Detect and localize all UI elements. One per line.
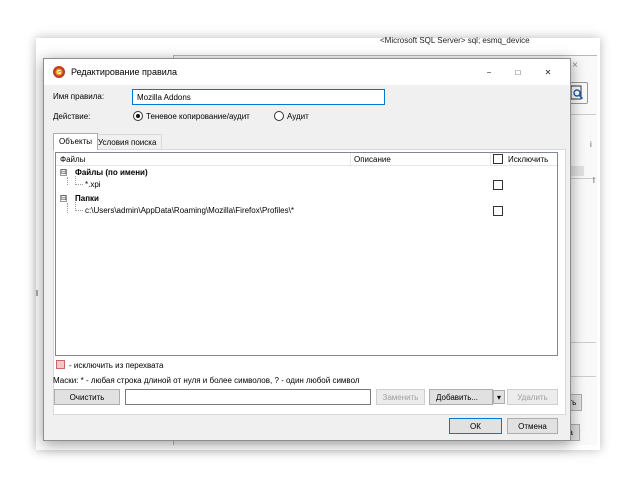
tree-group-files-by-name[interactable]: Файлы (по имени) — [75, 168, 148, 177]
mask-hint-text: Маски: * - любая строка длиной от нуля и… — [53, 376, 360, 385]
clear-button[interactable]: Очистить — [54, 389, 120, 405]
tree-item-folder-path[interactable]: c:\Users\admin\AppData\Roaming\Mozilla\F… — [85, 206, 294, 215]
action-label: Действие: — [53, 112, 91, 121]
edit-rule-dialog: G Редактирование правила − □ ✕ Имя прави… — [43, 58, 571, 441]
background-edge-mark — [36, 290, 38, 296]
dialog-titlebar[interactable]: G Редактирование правила − □ ✕ — [44, 59, 570, 85]
tree-connector — [67, 203, 68, 213]
background-divider — [568, 178, 596, 179]
tree-group-folders[interactable]: Папки — [75, 194, 99, 203]
background-clipped-text: l — [593, 176, 595, 185]
search-document-icon — [570, 85, 584, 100]
delete-button[interactable]: Удалить — [507, 389, 558, 405]
collapse-icon[interactable]: ⊟ — [60, 169, 67, 176]
radio-label: Аудит — [287, 111, 309, 121]
exclude-checkbox[interactable] — [493, 206, 503, 216]
tree-connector — [75, 210, 83, 211]
column-header-exclude[interactable]: Исключить — [508, 155, 548, 164]
app-logo-icon: G — [53, 66, 65, 78]
background-clipped-text: i — [590, 140, 592, 149]
close-button[interactable]: ✕ — [537, 63, 559, 81]
background-window-title: <Microsoft SQL Server> sql; esmq_device — [380, 36, 530, 45]
mask-filter-input[interactable] — [125, 389, 371, 405]
action-radio-audit[interactable]: Аудит — [274, 111, 309, 121]
cancel-button[interactable]: Отмена — [507, 418, 558, 434]
background-close-icon[interactable]: × — [572, 60, 578, 71]
radio-unselected-icon — [274, 111, 284, 121]
column-header-description[interactable]: Описание — [354, 155, 391, 164]
column-header-files[interactable]: Файлы — [60, 155, 85, 164]
background-divider — [568, 376, 596, 377]
radio-selected-icon — [133, 111, 143, 121]
radio-label: Теневое копирование/аудит — [146, 111, 250, 121]
tree-connector — [75, 184, 83, 185]
column-separator[interactable] — [490, 153, 491, 166]
svg-text:G: G — [57, 70, 62, 76]
exclude-legend-swatch — [56, 360, 65, 369]
rule-name-input[interactable] — [132, 89, 385, 105]
add-button[interactable]: Добавить... — [429, 389, 493, 405]
exclude-all-checkbox[interactable] — [493, 154, 503, 164]
dialog-title: Редактирование правила — [71, 67, 178, 77]
rule-name-label: Имя правила: — [53, 92, 105, 101]
collapse-icon[interactable]: ⊟ — [60, 195, 67, 202]
tree-header: Файлы Описание Исключить — [56, 153, 557, 166]
background-divider — [568, 342, 596, 343]
minimize-button[interactable]: − — [478, 63, 500, 81]
column-separator[interactable] — [350, 153, 351, 166]
exclude-legend-text: - исключить из перехвата — [69, 361, 164, 370]
tree-connector — [67, 177, 68, 185]
maximize-button[interactable]: □ — [507, 63, 529, 81]
tab-search-conditions[interactable]: Условия поиска — [92, 134, 163, 150]
action-radio-shadow-copy[interactable]: Теневое копирование/аудит — [133, 111, 250, 121]
exclude-checkbox[interactable] — [493, 180, 503, 190]
tree-item-mask[interactable]: *.xpi — [85, 180, 101, 189]
replace-button[interactable]: Заменить — [376, 389, 425, 405]
background-divider — [568, 114, 596, 115]
tab-objects[interactable]: Объекты — [53, 133, 98, 150]
objects-tree[interactable]: Файлы Описание Исключить ⊟ Файлы (по име… — [55, 152, 558, 356]
add-dropdown-button[interactable]: ▾ — [493, 390, 505, 404]
ok-button[interactable]: ОК — [449, 418, 502, 434]
